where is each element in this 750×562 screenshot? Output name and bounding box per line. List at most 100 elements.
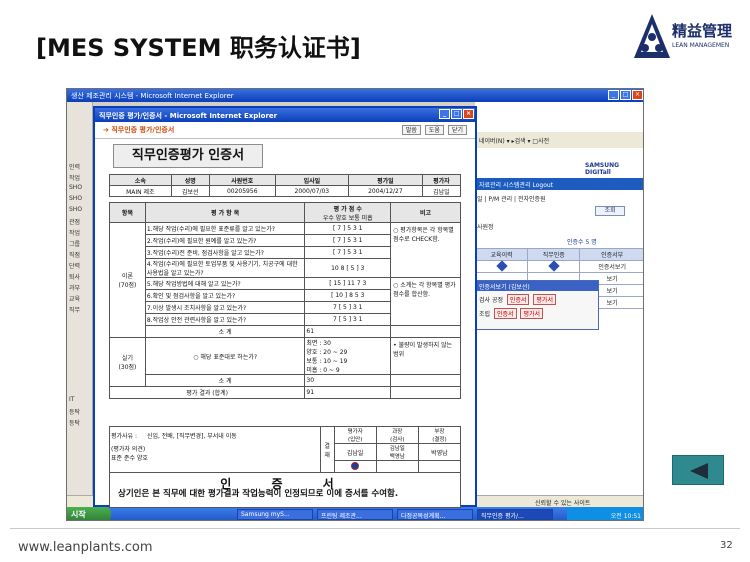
- left-item[interactable]: 퇴사: [67, 272, 92, 283]
- minimize-icon[interactable]: _: [608, 90, 619, 100]
- status-text: 신뢰할 수 있는 사이트: [535, 500, 591, 507]
- left-item[interactable]: SHO: [67, 184, 92, 195]
- search-button[interactable]: 조회: [595, 206, 625, 216]
- seal-icon: [351, 461, 360, 470]
- eval-header-item: 항목: [109, 202, 146, 223]
- practice-note: • 불량이 발생하지 않는 범위: [390, 337, 461, 375]
- close-icon[interactable]: ×: [463, 109, 474, 119]
- eval-header-score: 평 가 점 수 우수 양호 보통 미흡: [304, 202, 392, 223]
- approval-label: 결 재: [319, 426, 335, 473]
- certificate-button[interactable]: 인증서: [506, 294, 530, 305]
- theory-score[interactable]: 10 8 [ 5 ] 3: [304, 258, 392, 278]
- cert-title: 직무인증평가 인증서: [113, 144, 263, 168]
- left-item[interactable]: 과부: [67, 283, 92, 294]
- bg-window-titlebar: 생산 제조관리 시스템 - Microsoft Internet Explore…: [67, 89, 643, 102]
- theory-score[interactable]: 7 [ 5 ] 3 1: [304, 301, 392, 314]
- taskbar-item[interactable]: 다정공목성계획...: [397, 509, 473, 520]
- taskbar-item[interactable]: Samsung myS...: [237, 509, 313, 520]
- close-button[interactable]: 닫기: [447, 125, 467, 135]
- info-value: MAIN 제조: [109, 185, 172, 197]
- left-item[interactable]: 직무: [67, 305, 92, 316]
- theory-score[interactable]: [ 7 ] 5 3 1: [304, 246, 392, 259]
- left-item[interactable]: 작업: [67, 228, 92, 239]
- total-label: 평가 결과 (합계): [108, 386, 306, 399]
- popup-row: 조립 인증서 평가서: [476, 305, 598, 319]
- evaluator-opinion: (평가자 의견) 표준 준수 양호: [109, 443, 321, 473]
- evaluation-table: 항목 평 가 항 목 평 가 점 수 우수 양호 보통 미흡 비고 이론 (70…: [108, 202, 461, 399]
- certificate-button[interactable]: 인증서: [493, 308, 517, 319]
- left-lower-item[interactable]: 등탁: [67, 418, 92, 429]
- subtotal-label: 소 계: [144, 325, 306, 338]
- info-header: 성명: [170, 174, 210, 186]
- approval-header: 부장 (결정): [417, 426, 462, 444]
- practice-scale: 최면 : 30 양호 : 20 ~ 29 보통 : 10 ~ 19 미흡 : 0…: [304, 337, 392, 375]
- left-item[interactable]: SHO: [67, 195, 92, 206]
- evaluation-button[interactable]: 평가서: [533, 294, 556, 305]
- popup-row-label: 조립: [479, 311, 491, 318]
- total-value: 91: [304, 386, 392, 399]
- left-item[interactable]: 그룹: [67, 239, 92, 250]
- left-item[interactable]: 관점: [67, 217, 92, 228]
- theory-score[interactable]: [ 15 ] 11 7 3: [304, 277, 392, 290]
- info-header: 입사일: [274, 174, 350, 186]
- top-menu[interactable]: 자료관리 시스템관리 Logout: [475, 178, 643, 190]
- certificate-box: 인 증 서 상기인은 본 직무에 대한 평가결과 작업능력이 인정되므로 이에 …: [109, 472, 461, 508]
- certificate-text: 상기인은 본 직무에 대한 평가결과 작업능력이 인정되므로 이에 증서를 수여…: [118, 489, 399, 499]
- table-header: 교육이력: [474, 248, 529, 261]
- logo-subtext: LEAN MANAGEMEN: [672, 42, 730, 49]
- maximize-icon[interactable]: □: [620, 90, 631, 100]
- left-item[interactable]: 단력: [67, 261, 92, 272]
- info-header: 사원번호: [208, 174, 276, 186]
- left-lower-item[interactable]: 등탁: [67, 407, 92, 418]
- theory-label: 이론 (70점): [109, 222, 146, 338]
- evaluation-button[interactable]: 평가서: [520, 308, 544, 319]
- table-row: 인증서보기: [474, 259, 643, 273]
- practice-label: 실기 (30점): [109, 337, 146, 387]
- left-item[interactable]: 직점: [67, 250, 92, 261]
- opinion-text: 표준 준수 양호: [111, 454, 148, 462]
- left-item[interactable]: 작업: [67, 173, 92, 184]
- breadcrumb-label: 직무인증 평가/인증서: [111, 126, 175, 134]
- diamond-icon[interactable]: [495, 259, 508, 272]
- info-value: 2004/12/27: [348, 185, 423, 197]
- theory-score[interactable]: [ 7 ] 5 3 1: [304, 234, 392, 247]
- eval-header-score-sub: 우수 양호 보통 미흡: [322, 214, 373, 222]
- breadcrumb: ➔ 직무인증 평가/인증서: [103, 125, 174, 135]
- footer-url[interactable]: www.leanplants.com: [18, 540, 153, 555]
- company-logo: 精益管理 LEAN MANAGEMEN: [632, 12, 742, 68]
- previous-slide-button[interactable]: [672, 455, 724, 485]
- tool-button[interactable]: 말씀: [401, 125, 421, 135]
- theory-score[interactable]: [ 7 ] 5 3 1: [304, 222, 392, 235]
- taskbar-item[interactable]: 직무인증 평가/...: [477, 509, 553, 520]
- start-button[interactable]: 시작: [67, 507, 111, 520]
- page-number: 32: [720, 540, 733, 551]
- info-header: 평가일: [348, 174, 423, 186]
- approver-name: 김남일: [333, 443, 377, 461]
- brand-logo: SAMSUNG DIGITall: [585, 162, 620, 176]
- popup-row-label: 검사 공정: [479, 297, 503, 304]
- approver-name: 박영남: [417, 443, 462, 461]
- left-item[interactable]: SHO: [67, 206, 92, 217]
- slide-title: [MES SYSTEM 职务认证书]: [36, 34, 361, 62]
- theory-score[interactable]: [ 10 ] 8 5 3: [304, 289, 392, 302]
- taskbar-item[interactable]: 프린팅 제조관...: [317, 509, 393, 520]
- diamond-icon[interactable]: [548, 259, 560, 272]
- logo-text: 精益管理: [672, 22, 733, 40]
- theory-item: 5.해당 작업방법에 대해 알고 있는가?: [144, 277, 306, 290]
- table-header: 직무인증: [527, 248, 581, 261]
- maximize-icon[interactable]: □: [451, 109, 462, 119]
- table-cell[interactable]: 인증서보기: [579, 260, 643, 273]
- theory-score[interactable]: 7 [ 5 ] 3 1: [304, 313, 392, 326]
- left-item[interactable]: 교육: [67, 294, 92, 305]
- theory-item: 2.작업(수리)에 필요한 원예를 알고 있는가?: [144, 234, 306, 247]
- left-item[interactable]: 인력: [67, 162, 92, 173]
- employee-select[interactable]: 사원정: [477, 222, 494, 231]
- subtotal-label: 소 계: [144, 374, 306, 387]
- minimize-icon[interactable]: _: [439, 109, 450, 119]
- left-lower-item[interactable]: IT: [67, 396, 92, 407]
- reason-options[interactable]: 신입, 전배, [직무변경], 부서내 이동: [147, 433, 237, 440]
- theory-item: 7.이상 발생시 조치사항을 알고 있는가?: [144, 301, 306, 314]
- close-icon[interactable]: ×: [632, 90, 643, 100]
- help-button[interactable]: 도움: [424, 125, 444, 135]
- bg-toolbar[interactable]: 네이버(N) ▾ ▸검색 ▾ □사전: [475, 132, 643, 148]
